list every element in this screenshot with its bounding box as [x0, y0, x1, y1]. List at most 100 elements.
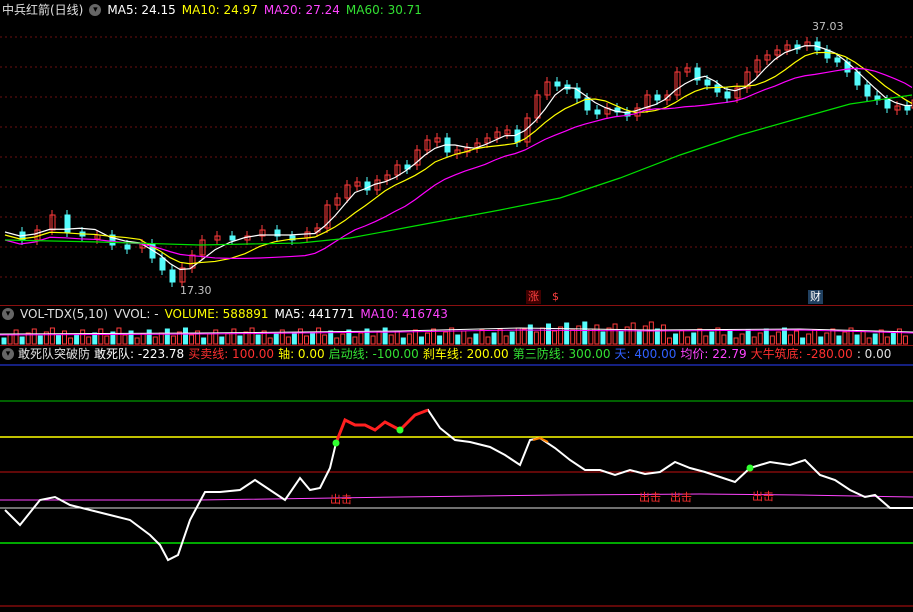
volume-bar [255, 334, 261, 345]
high-price-label: 37.03 [812, 20, 844, 33]
volume-bar [558, 326, 564, 345]
volume-bar [497, 328, 503, 345]
volume-bar [485, 336, 491, 345]
volume-bar [13, 329, 19, 345]
volume-bar [49, 327, 55, 345]
volume-bar [600, 331, 606, 345]
vol-ma10-label: MA10: 416743 [360, 307, 448, 321]
candle-body [884, 99, 891, 109]
volume-bar [425, 332, 430, 345]
volume-bar [902, 335, 908, 345]
collapse-icon[interactable]: ▾ [2, 348, 14, 360]
volume-bar [74, 333, 80, 345]
marker-zhang[interactable]: 涨 [526, 290, 541, 304]
collapse-icon[interactable]: ▾ [2, 308, 14, 320]
vvol-label: VVOL: - [114, 307, 159, 321]
ma20-label: MA20: 27.24 [263, 3, 340, 17]
volume-bar [358, 332, 364, 345]
volume-bar [763, 328, 769, 345]
volume-bar [304, 335, 309, 345]
volume-bar [509, 331, 515, 345]
volume-bar [310, 331, 316, 345]
sky-line-label: 天: 400.00 [614, 347, 677, 361]
volume-bar [679, 329, 685, 345]
brake-line-label: 刹车线: 200.00 [422, 347, 509, 361]
volume-bar [533, 331, 539, 345]
volume-bar [660, 324, 666, 345]
volume-bar [812, 329, 818, 345]
volume-bar [37, 335, 43, 345]
volume-bar [890, 332, 896, 345]
candle-body [159, 257, 166, 271]
volume-bar [467, 337, 473, 345]
volume-bar [709, 331, 715, 345]
volume-bar [116, 327, 122, 345]
signal-dot [746, 464, 754, 472]
volume-bar [775, 331, 781, 345]
volume-bar [164, 328, 170, 345]
volume-bar [437, 335, 443, 345]
volume-bar [219, 336, 225, 345]
low-price-label: 17.30 [180, 284, 212, 297]
volume-bar [170, 335, 176, 345]
signal-dot [396, 426, 404, 434]
volume-bar [769, 335, 775, 345]
indicator-red-segment [334, 408, 429, 444]
candle-body [904, 105, 911, 111]
volume-bar [352, 336, 358, 345]
volume-bar [503, 335, 509, 345]
exit-signal-label: 出击 [330, 493, 352, 506]
volume-bar [745, 329, 751, 345]
volume-bar [757, 332, 763, 345]
volume-bar [104, 335, 110, 345]
volume-bar [146, 329, 152, 345]
candle-body [594, 109, 601, 115]
candle-body [704, 79, 711, 86]
volume-bar [721, 334, 727, 345]
volume-bar [418, 336, 424, 345]
volume-bar [612, 323, 618, 345]
volume-bar [7, 333, 13, 345]
marker-dollar[interactable]: $ [550, 290, 561, 304]
volume-bar [842, 331, 848, 345]
volume-bar [394, 330, 400, 345]
ma5-line [4, 45, 912, 271]
ma5-label: MA5: 24.15 [107, 3, 176, 17]
volume-bar [183, 327, 188, 345]
indicator-orange-segment [532, 436, 549, 443]
volume-bar [884, 336, 890, 345]
volume-bar [860, 330, 866, 345]
volume-bar [872, 333, 878, 345]
volume-bar [449, 327, 455, 345]
collapse-icon[interactable]: ▾ [89, 4, 102, 16]
volume-bar [189, 334, 195, 345]
volume-bar [297, 328, 303, 345]
volume-bar [461, 330, 467, 345]
price-pane-header: 中兵红箭(日线) ▾ MA5: 24.15 MA10: 24.97 MA20: … [0, 2, 422, 18]
marker-cai[interactable]: 财 [808, 290, 823, 304]
volume-bar [140, 333, 146, 345]
volume-bar [1, 337, 7, 345]
volume-bar [806, 333, 812, 345]
volume-bar [316, 327, 322, 345]
volume-bar [231, 328, 237, 345]
ma60-line [4, 94, 913, 246]
volume-bar [267, 337, 273, 345]
indicator-value-label: 敢死队: -223.78 [94, 347, 185, 361]
volume-bar [582, 321, 588, 345]
exit-signal-label: 出击 [639, 491, 661, 504]
volume-bar [55, 334, 61, 345]
volume-bar [376, 331, 382, 345]
bull-bottom-label: 大牛筑底: -280.00 [750, 347, 853, 361]
volume-bar [406, 333, 412, 345]
volume-bar [285, 336, 291, 345]
volume-bar [521, 328, 527, 345]
volume-title: VOL-TDX(5,10) [20, 307, 109, 321]
axis-label: 轴: 0.00 [278, 347, 325, 361]
third-line-label: 第三防线: 300.00 [512, 347, 611, 361]
volume-bar [866, 337, 872, 345]
volume-bar [618, 330, 624, 345]
volume-bar [727, 330, 733, 345]
volume-bar [86, 336, 92, 345]
candle-body [724, 91, 731, 99]
